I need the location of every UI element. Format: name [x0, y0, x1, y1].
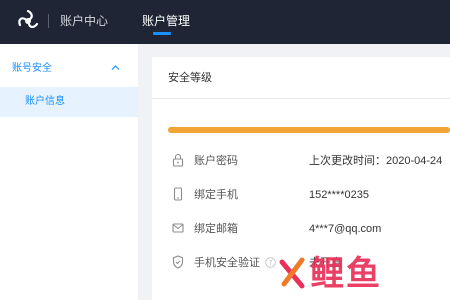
email-label: 绑定邮箱: [194, 223, 238, 235]
security-level-fill: [168, 127, 450, 133]
password-row: 账户密码 上次更改时间：2020-04-24: [152, 151, 450, 171]
mail-icon: [172, 221, 184, 235]
sidebar: 账号安全 账户信息: [0, 44, 138, 300]
lock-icon: [172, 153, 184, 167]
security-level-bar: [168, 127, 450, 133]
password-last-changed: 上次更改时间：2020-04-24: [309, 155, 443, 167]
chevron-up-icon[interactable]: [111, 64, 120, 71]
header-divider: [48, 14, 49, 28]
active-tab-indicator: [153, 32, 171, 35]
tab-account-management[interactable]: 账户管理: [142, 13, 190, 29]
app-logo-icon[interactable]: [17, 10, 39, 32]
phone-verification-label: 手机安全验证: [194, 257, 260, 269]
app-title[interactable]: 账户中心: [60, 13, 108, 29]
email-value: 4***7@qq.com: [309, 223, 382, 235]
watermark-text: 鲤鱼: [310, 255, 382, 293]
sidebar-item-label: 账户信息: [25, 96, 65, 107]
shield-icon: [172, 255, 184, 269]
email-row: 绑定邮箱 4***7@qq.com: [152, 219, 450, 239]
svg-text:?: ?: [269, 259, 273, 267]
page-title: 安全等级: [168, 72, 212, 84]
watermark: 鲤鱼: [278, 252, 428, 296]
card-header: 安全等级: [152, 57, 450, 99]
sidebar-item-account-info[interactable]: 账户信息: [0, 87, 138, 117]
sidebar-group-label: 账号安全: [12, 63, 52, 74]
phone-value: 152****0235: [309, 189, 369, 201]
password-label: 账户密码: [194, 155, 238, 167]
sidebar-group-account-security[interactable]: 账号安全: [0, 58, 138, 80]
phone-label: 绑定手机: [194, 189, 238, 201]
question-icon[interactable]: ?: [265, 257, 276, 268]
phone-icon: [172, 187, 184, 201]
phone-row: 绑定手机 152****0235: [152, 185, 450, 205]
top-navigation-bar: 账户中心 账户管理: [0, 0, 450, 44]
x-logo-icon: [279, 257, 305, 289]
